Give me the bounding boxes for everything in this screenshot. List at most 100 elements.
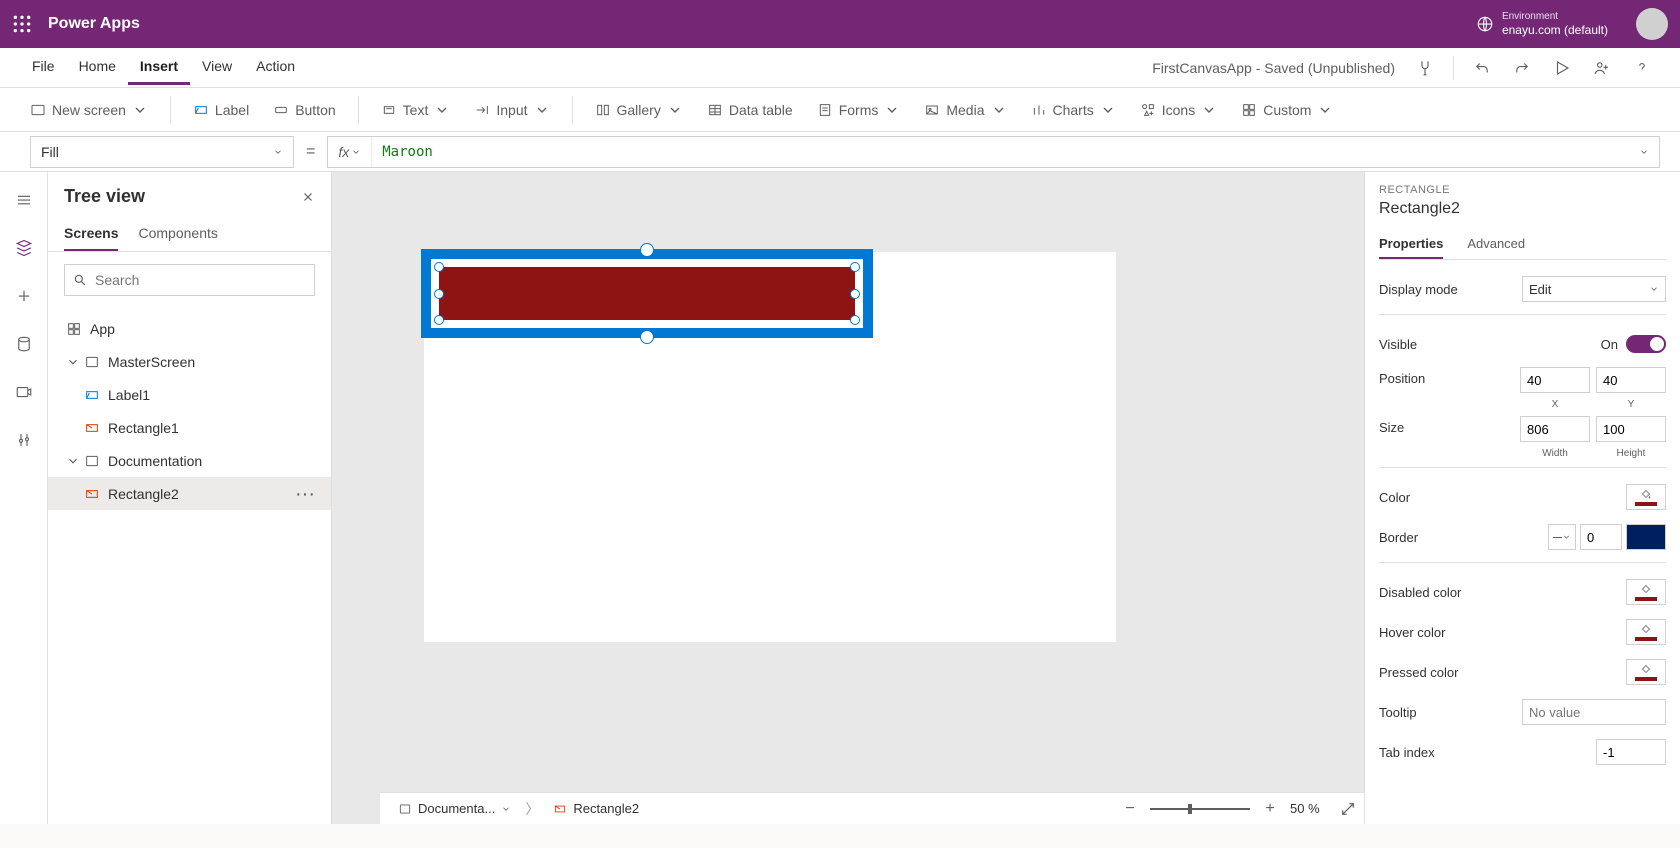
hover-color-picker[interactable] xyxy=(1626,619,1666,645)
waffle-icon[interactable] xyxy=(12,14,32,34)
tab-screens[interactable]: Screens xyxy=(64,217,118,251)
new-screen-label: New screen xyxy=(52,102,126,118)
search-input[interactable] xyxy=(95,272,306,288)
rail-data[interactable] xyxy=(12,332,36,356)
breadcrumb-item[interactable]: Rectangle2 xyxy=(543,801,649,816)
new-screen-button[interactable]: New screen xyxy=(20,96,158,124)
border-style-dropdown[interactable] xyxy=(1548,524,1576,550)
avatar[interactable] xyxy=(1636,8,1668,40)
zoom-in-button[interactable]: + xyxy=(1260,800,1280,818)
formula-bar: Fill = fx Maroon xyxy=(0,132,1680,172)
resize-handle-tr[interactable] xyxy=(850,262,860,272)
label-icon xyxy=(84,387,100,403)
tooltip-input[interactable] xyxy=(1522,699,1666,725)
gallery-button[interactable]: Gallery xyxy=(585,96,693,124)
props-tab-advanced[interactable]: Advanced xyxy=(1467,230,1525,259)
icons-button[interactable]: Icons xyxy=(1130,96,1227,124)
menu-action[interactable]: Action xyxy=(244,50,307,85)
visible-toggle[interactable] xyxy=(1626,335,1666,353)
fx-button[interactable]: fx xyxy=(328,137,372,167)
expand-formula-icon[interactable] xyxy=(1639,147,1649,157)
border-width-input[interactable] xyxy=(1580,524,1622,550)
selection-box[interactable] xyxy=(421,249,873,338)
props-tab-properties[interactable]: Properties xyxy=(1379,230,1443,259)
tree-item-app[interactable]: App xyxy=(48,312,331,345)
canvas-stage[interactable] xyxy=(424,252,1116,642)
rectangle-icon xyxy=(84,420,100,436)
prop-label-position: Position xyxy=(1379,371,1520,386)
ribbon-media-label: Media xyxy=(946,102,984,118)
prop-label-tooltip: Tooltip xyxy=(1379,705,1522,720)
rail-treeview[interactable] xyxy=(12,236,36,260)
rail-tools[interactable] xyxy=(12,428,36,452)
rail-tree-toggle[interactable] xyxy=(12,188,36,212)
input-button[interactable]: Input xyxy=(464,96,559,124)
breadcrumb-screen[interactable]: Documenta... xyxy=(388,801,521,816)
color-picker[interactable] xyxy=(1626,484,1666,510)
redo-button[interactable] xyxy=(1504,52,1540,84)
label-button[interactable]: Label xyxy=(183,96,259,124)
app-icon xyxy=(66,321,82,337)
menu-view[interactable]: View xyxy=(190,50,244,85)
ribbon-datatable-label: Data table xyxy=(729,102,793,118)
rectangle2-shape[interactable] xyxy=(439,267,855,320)
size-width-input[interactable] xyxy=(1520,416,1590,442)
text-button[interactable]: Text xyxy=(371,96,461,124)
resize-handle-tm[interactable] xyxy=(640,243,654,257)
data-table-button[interactable]: Data table xyxy=(697,96,803,124)
size-height-input[interactable] xyxy=(1596,416,1666,442)
environment-selector[interactable]: Environment enayu.com (default) xyxy=(1476,10,1608,39)
menu-home[interactable]: Home xyxy=(67,50,128,85)
charts-button[interactable]: Charts xyxy=(1021,96,1126,124)
canvas-area[interactable]: Documenta... 〉 Rectangle2 − + 50 % xyxy=(332,172,1364,824)
property-dropdown[interactable]: Fill xyxy=(30,136,294,168)
play-button[interactable] xyxy=(1544,52,1580,84)
media-button[interactable]: Media xyxy=(914,96,1016,124)
resize-handle-tl[interactable] xyxy=(434,262,444,272)
disabled-color-picker[interactable] xyxy=(1626,579,1666,605)
tree-item-rectangle1[interactable]: Rectangle1 xyxy=(48,411,331,444)
menu-file[interactable]: File xyxy=(20,50,67,85)
position-x-input[interactable] xyxy=(1520,367,1590,393)
menu-insert[interactable]: Insert xyxy=(128,50,190,85)
ribbon-gallery-label: Gallery xyxy=(617,102,661,118)
forms-button[interactable]: Forms xyxy=(807,96,911,124)
chevron-down-icon[interactable] xyxy=(66,355,80,369)
help-button[interactable] xyxy=(1624,52,1660,84)
formula-input[interactable]: Maroon xyxy=(372,144,1629,160)
rail-insert[interactable] xyxy=(12,284,36,308)
button-button[interactable]: Button xyxy=(263,96,345,124)
tree-item-masterscreen[interactable]: MasterScreen xyxy=(48,345,331,378)
share-button[interactable] xyxy=(1584,52,1620,84)
app-checker-button[interactable] xyxy=(1407,52,1443,84)
prop-label-disabled-color: Disabled color xyxy=(1379,585,1626,600)
pressed-color-picker[interactable] xyxy=(1626,659,1666,685)
border-color-picker[interactable] xyxy=(1626,524,1666,550)
zoom-out-button[interactable]: − xyxy=(1120,800,1140,818)
ribbon-button-text: Button xyxy=(295,102,335,118)
display-mode-dropdown[interactable]: Edit xyxy=(1522,276,1666,302)
environment-icon xyxy=(1476,15,1494,33)
position-y-input[interactable] xyxy=(1596,367,1666,393)
rail-media[interactable] xyxy=(12,380,36,404)
undo-button[interactable] xyxy=(1464,52,1500,84)
ribbon-input-label: Input xyxy=(496,102,527,118)
resize-handle-mr[interactable] xyxy=(850,289,860,299)
resize-handle-bl[interactable] xyxy=(434,315,444,325)
custom-button[interactable]: Custom xyxy=(1231,96,1343,124)
resize-handle-bm[interactable] xyxy=(640,330,654,344)
close-icon[interactable] xyxy=(301,190,315,204)
resize-handle-br[interactable] xyxy=(850,315,860,325)
resize-handle-ml[interactable] xyxy=(434,289,444,299)
tree-search[interactable] xyxy=(64,264,315,296)
prop-label-tab-index: Tab index xyxy=(1379,745,1596,760)
prop-label-visible: Visible xyxy=(1379,337,1601,352)
tree-item-documentation[interactable]: Documentation xyxy=(48,444,331,477)
tab-components[interactable]: Components xyxy=(138,217,217,251)
tree-item-rectangle2[interactable]: Rectangle2 ··· xyxy=(48,477,331,510)
tree-item-label1[interactable]: Label1 xyxy=(48,378,331,411)
chevron-down-icon[interactable] xyxy=(66,454,80,468)
tab-index-input[interactable] xyxy=(1596,739,1666,765)
fit-screen-icon[interactable] xyxy=(1340,801,1356,817)
zoom-slider[interactable] xyxy=(1150,808,1250,810)
